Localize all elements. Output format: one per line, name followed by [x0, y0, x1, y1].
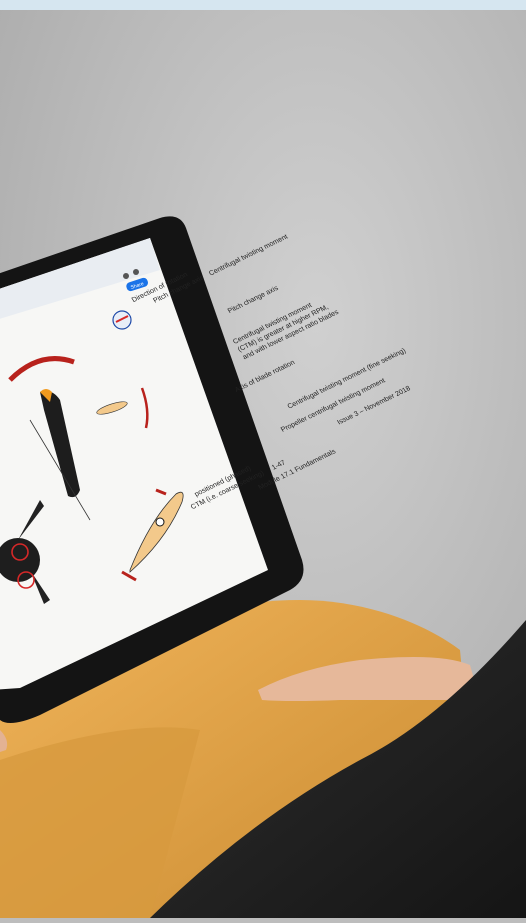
footer-module: Module 17.1 Fundamentals: [257, 448, 338, 492]
footer-page-number: 1-47: [270, 459, 287, 472]
top-strip: [0, 0, 526, 10]
label-axis-of-blade-rotation: Axis of blade rotation: [233, 359, 297, 394]
photo-scene: Share Direction of rotation Pitch change…: [0, 0, 526, 918]
label-ctm-top: Centrifugal twisting moment: [207, 233, 290, 278]
ctm-note-line-2: (CTM) is greater at higher RPM,: [236, 303, 330, 354]
footer-issue: Issue 3 – November 2018: [336, 385, 412, 427]
label-pitch-change-axis-small: Pitch change axis: [226, 284, 280, 316]
